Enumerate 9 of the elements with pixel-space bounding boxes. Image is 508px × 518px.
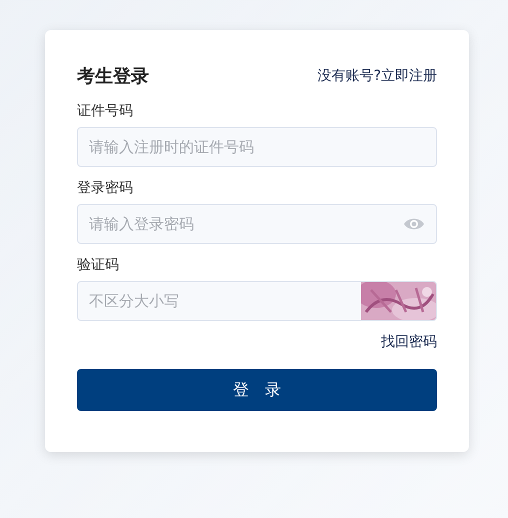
field-label: 验证码 — [77, 256, 120, 274]
password-field[interactable]: 请输入登录密码 — [77, 204, 437, 244]
forgot-password-link[interactable]: 找回密码 — [381, 333, 437, 351]
login-title: 考生登录 — [77, 65, 149, 88]
register-link[interactable]: 没有账号?立即注册 — [318, 67, 437, 85]
field-label: 证件号码 — [77, 102, 134, 120]
field-label: 登录密码 — [77, 179, 134, 197]
login-button[interactable]: 登 录 — [77, 369, 437, 411]
input-field[interactable]: 请输入注册时的证件号码 — [77, 127, 437, 167]
